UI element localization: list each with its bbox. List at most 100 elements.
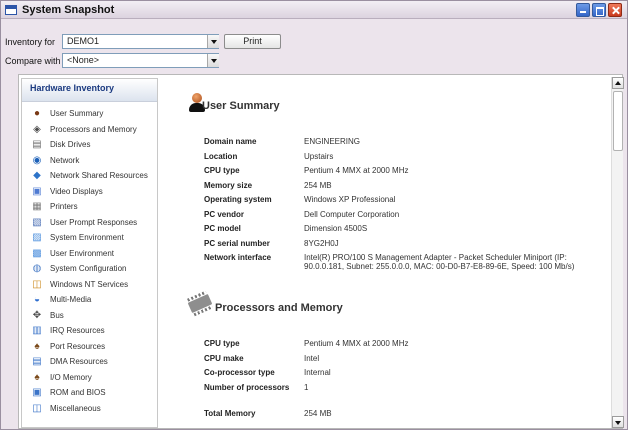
sidebar-item-user-summary[interactable]: ● User Summary (22, 106, 157, 122)
sidebar-item-system-environment[interactable]: ▨ System Environment (22, 230, 157, 246)
window-title: System Snapshot (22, 4, 115, 16)
sidebar-item-label: ROM and BIOS (50, 388, 106, 397)
table-row: Location Upstairs (204, 152, 594, 167)
sidebar-item-processors-and-memory[interactable]: ◈ Processors and Memory (22, 122, 157, 138)
row-key: Location (204, 151, 238, 161)
chevron-down-icon[interactable] (207, 35, 219, 48)
sidebar-title: Hardware Inventory (22, 79, 157, 102)
user-icon: ● (33, 108, 41, 119)
row-key: Total Memory (204, 408, 256, 418)
table-row: CPU make Intel (204, 354, 594, 369)
system-snapshot-window: System Snapshot Inventory for DEMO1 Prin… (0, 0, 628, 430)
sidebar-item-label: Processors and Memory (50, 124, 137, 134)
sidebar-item-user-prompt-responses[interactable]: ▧ User Prompt Responses (22, 215, 157, 231)
sidebar-item-network-shared-resources[interactable]: ◆ Network Shared Resources (22, 168, 157, 184)
inventory-select-value: DEMO1 (67, 36, 100, 46)
table-row: Operating system Windows XP Professional (204, 195, 594, 210)
sidebar-item-label: User Environment (50, 248, 115, 258)
sidebar-item-label: Windows NT Services (50, 279, 129, 289)
sidebar-item-miscellaneous[interactable]: ◫ Miscellaneous (22, 401, 157, 417)
sidebar-item-label: Video Displays (50, 186, 103, 196)
close-button[interactable] (608, 3, 622, 17)
sidebar-item-disk-drives[interactable]: ▤ Disk Drives (22, 137, 157, 153)
row-key: PC vendor (204, 209, 245, 219)
sidebar-item-system-configuration[interactable]: ◍ System Configuration (22, 261, 157, 277)
chevron-down-icon[interactable] (207, 54, 219, 67)
bus-icon: ✥ (32, 309, 42, 321)
row-key: Operating system (204, 195, 272, 204)
table-row: Memory size 254 MB (204, 181, 594, 196)
scroll-down-icon[interactable] (612, 416, 624, 428)
report-content: User Summary Domain name ENGINEERING Locat… (167, 78, 609, 428)
sidebar-item-user-environment[interactable]: ▩ User Environment (22, 246, 157, 262)
sidebar-list: ● User Summary ◈ Processors and Memory ▤ Disk… (22, 102, 157, 416)
vertical-scrollbar[interactable] (611, 77, 624, 428)
sidebar-item-rom-and-bios[interactable]: ▣ ROM and BIOS (22, 385, 157, 401)
maximize-button[interactable] (592, 3, 606, 17)
scroll-up-icon[interactable] (612, 77, 624, 89)
sidebar-item-label: Network (50, 155, 80, 165)
sidebar-item-port-resources[interactable]: ♠ Port Resources (22, 339, 157, 355)
io-memory-icon: ♠ (34, 371, 40, 383)
sidebar-item-label: Disk Drives (50, 140, 91, 149)
sidebar-item-multi-media[interactable]: ◒ Multi-Media (22, 292, 157, 308)
scroll-thumb[interactable] (613, 91, 623, 151)
sidebar-item-label: Port Resources (50, 341, 106, 351)
sidebar-item-printers[interactable]: ▦ Printers (22, 199, 157, 215)
sidebar-item-network[interactable]: ◉ Network (22, 153, 157, 169)
row-value: Windows XP Professional (304, 195, 396, 204)
title-bar: System Snapshot (1, 1, 627, 19)
sidebar-item-windows-nt-services[interactable]: ◫ Windows NT Services (22, 277, 157, 293)
row-key: PC model (204, 224, 241, 233)
sidebar-item-label: Miscellaneous (50, 403, 101, 413)
row-value: 254 MB (304, 180, 332, 190)
irq-icon: ▥ (32, 325, 42, 336)
row-key: Network interface (204, 253, 272, 262)
table-row: Number of processors 1 (204, 383, 594, 409)
config-icon: ◍ (32, 263, 42, 274)
sidebar-item-video-displays[interactable]: ▣ Video Displays (22, 184, 157, 200)
printer-icon: ▦ (32, 201, 42, 212)
table-row: PC serial number 8YG2H0J (204, 239, 594, 254)
sidebar-item-irq-resources[interactable]: ▥ IRQ Resources (22, 323, 157, 339)
row-value: Intel(R) PRO/100 S Management Adapter - … (304, 253, 575, 271)
sidebar-item-label: DMA Resources (50, 357, 108, 366)
services-icon: ◫ (32, 278, 42, 290)
user-env-icon: ▩ (32, 247, 42, 259)
row-value: ENGINEERING (304, 137, 361, 146)
environment-icon: ▨ (32, 232, 42, 243)
row-key: Domain name (204, 137, 257, 146)
rom-icon: ▣ (32, 387, 42, 398)
compare-with-label: Compare with (5, 56, 61, 66)
sidebar-item-label: Printers (50, 202, 78, 211)
sidebar-item-i-o-memory[interactable]: ♠ I/O Memory (22, 370, 157, 386)
sidebar-item-label: Network Shared Resources (50, 171, 148, 180)
row-key: CPU make (204, 353, 244, 363)
compare-select-value: <None> (67, 55, 100, 65)
user-summary-table: Domain name ENGINEERING Location Upstairs CP… (204, 137, 594, 271)
row-key: PC serial number (204, 238, 270, 248)
user-summary-title: User Summary (202, 100, 280, 112)
minimize-button[interactable] (576, 3, 590, 17)
sidebar-item-label: IRQ Resources (50, 326, 105, 335)
disk-icon: ▤ (32, 139, 42, 150)
print-button[interactable]: Print (224, 34, 281, 49)
chip-icon (187, 294, 213, 313)
window-icon (5, 5, 17, 15)
row-value: 254 MB (304, 408, 332, 418)
compare-select[interactable]: <None> (62, 53, 219, 68)
sidebar-item-bus[interactable]: ✥ Bus (22, 308, 157, 324)
row-value: 1 (304, 382, 309, 392)
globe-icon: ◉ (32, 154, 42, 166)
sidebar-item-dma-resources[interactable]: ▤ DMA Resources (22, 354, 157, 370)
row-key: CPU type (204, 166, 240, 175)
row-value: Pentium 4 MMX at 2000 MHz (304, 339, 409, 348)
inventory-select[interactable]: DEMO1 (62, 34, 219, 49)
row-key: CPU type (204, 339, 240, 348)
misc-icon: ◫ (32, 402, 42, 414)
table-row: Total Memory 254 MB (204, 409, 594, 424)
sidebar-item-label: User Summary (50, 109, 104, 118)
table-row: Network interface Intel(R) PRO/100 S Mana… (204, 253, 594, 271)
hardware-inventory-panel: Hardware Inventory ● User Summary ◈ Process… (21, 78, 158, 428)
sidebar-item-label: Bus (50, 310, 64, 320)
